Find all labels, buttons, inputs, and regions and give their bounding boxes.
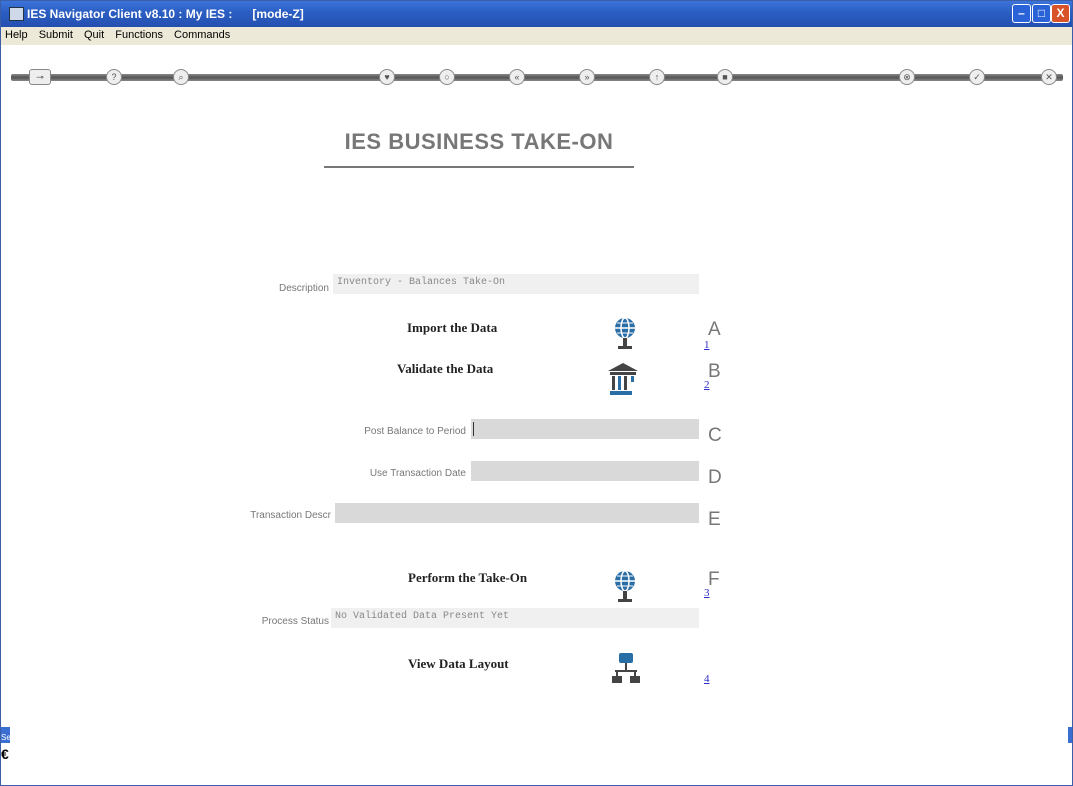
bank-icon[interactable] xyxy=(606,361,640,397)
maximize-button[interactable]: □ xyxy=(1032,4,1051,23)
search-icon[interactable]: ⌕ xyxy=(173,69,189,85)
transaction-descr-field[interactable] xyxy=(335,503,699,523)
up-icon[interactable]: ↑ xyxy=(649,69,665,85)
app-window: IES Navigator Client v8.10 : My IES : [m… xyxy=(0,0,1073,786)
post-balance-label: Post Balance to Period xyxy=(364,426,466,437)
shortcut-letter-a: A xyxy=(708,319,721,340)
side-glyph: € xyxy=(1,746,10,776)
minimize-button[interactable]: – xyxy=(1012,4,1031,23)
page-title: IES BUSINESS TAKE-ON xyxy=(324,129,634,168)
app-icon xyxy=(9,7,24,21)
post-balance-field[interactable] xyxy=(471,419,699,439)
menu-commands[interactable]: Commands xyxy=(170,27,234,41)
close-icon[interactable]: ✕ xyxy=(1041,69,1057,85)
globe-icon[interactable] xyxy=(613,315,637,355)
import-data-button[interactable]: Import the Data xyxy=(407,320,497,336)
shortcut-number-1[interactable]: 1 xyxy=(704,339,710,351)
shortcut-number-4[interactable]: 4 xyxy=(704,673,710,685)
cancel-icon[interactable]: ⊗ xyxy=(899,69,915,85)
shortcut-letter-d: D xyxy=(708,467,722,488)
circle-icon[interactable]: ○ xyxy=(439,69,455,85)
help-icon[interactable]: ? xyxy=(106,69,122,85)
shortcut-number-2[interactable]: 2 xyxy=(704,379,710,391)
validate-data-button[interactable]: Validate the Data xyxy=(397,361,493,377)
globe-icon[interactable] xyxy=(613,568,637,608)
use-transaction-date-label: Use Transaction Date xyxy=(369,468,466,479)
text-cursor xyxy=(473,422,474,436)
process-status-label: Process Status xyxy=(261,616,329,627)
perform-take-on-button[interactable]: Perform the Take-On xyxy=(408,570,527,586)
stop-icon[interactable]: ■ xyxy=(717,69,733,85)
side-tab-right[interactable] xyxy=(1068,727,1072,743)
toolbar: ⊸ ? ⌕ ♥ ○ « » ↑ ■ ⊗ ✓ ✕ xyxy=(1,45,1072,105)
menu-bar: Help Submit Quit Functions Commands xyxy=(1,27,1072,45)
transaction-descr-label: Transaction Descr xyxy=(250,510,331,521)
process-status-field: No Validated Data Present Yet xyxy=(331,608,699,628)
side-tab-label: Set xyxy=(1,733,14,742)
shortcut-letter-c: C xyxy=(708,425,722,446)
view-data-layout-button[interactable]: View Data Layout xyxy=(408,656,509,672)
heart-icon[interactable]: ♥ xyxy=(379,69,395,85)
description-label: Description xyxy=(278,283,329,294)
description-field[interactable]: Inventory - Balances Take-On xyxy=(333,274,699,294)
menu-submit[interactable]: Submit xyxy=(35,27,77,41)
forward-icon[interactable]: » xyxy=(579,69,595,85)
network-icon[interactable] xyxy=(611,651,641,687)
menu-quit[interactable]: Quit xyxy=(80,27,108,41)
menu-help[interactable]: Help xyxy=(1,27,32,41)
shortcut-letter-b: B xyxy=(708,361,721,382)
side-tab-left[interactable]: Set xyxy=(1,727,14,743)
shortcut-number-3[interactable]: 3 xyxy=(704,587,710,599)
close-button[interactable]: X xyxy=(1051,4,1070,23)
menu-functions[interactable]: Functions xyxy=(111,27,167,41)
key-icon[interactable]: ⊸ xyxy=(29,69,51,85)
title-bar[interactable]: IES Navigator Client v8.10 : My IES : [m… xyxy=(1,1,1072,27)
ok-icon[interactable]: ✓ xyxy=(969,69,985,85)
shortcut-letter-e: E xyxy=(708,509,721,530)
rewind-icon[interactable]: « xyxy=(509,69,525,85)
window-title: IES Navigator Client v8.10 : My IES : [m… xyxy=(27,7,304,21)
use-transaction-date-field[interactable] xyxy=(471,461,699,481)
